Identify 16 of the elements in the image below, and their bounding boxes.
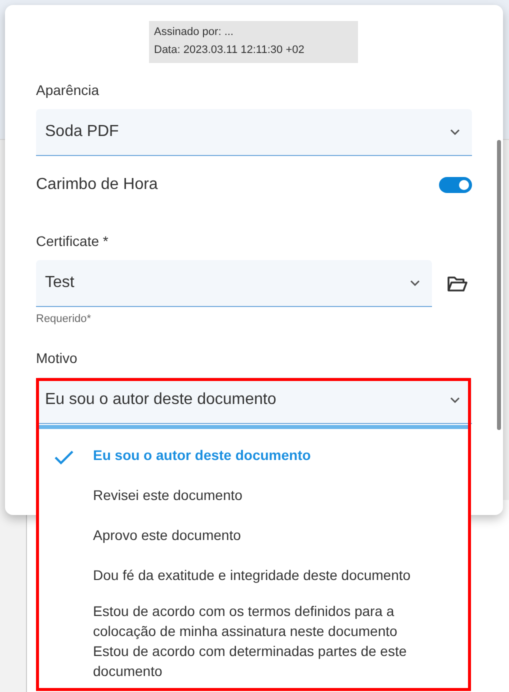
helper-text: Requerido* bbox=[36, 312, 92, 327]
signature-preview: Assinado por: ... Data: 2023.03.11 12:11:30 +02 bbox=[149, 21, 358, 63]
field-label: Aparência bbox=[36, 81, 100, 100]
check-icon bbox=[54, 450, 74, 466]
chevron-icon bbox=[450, 129, 460, 135]
appearance-select[interactable]: Soda PDF bbox=[36, 109, 472, 156]
field-label: Motivo bbox=[36, 348, 78, 368]
chevron-icon bbox=[450, 396, 460, 402]
toggle-switch[interactable] bbox=[439, 177, 472, 193]
toggle-label: Carimbo de Hora bbox=[36, 175, 158, 195]
folder-icon[interactable] bbox=[447, 276, 468, 292]
scrollbar[interactable] bbox=[497, 140, 501, 430]
reason-select[interactable]: Eu sou o autor deste documento bbox=[36, 376, 472, 424]
certificate-select[interactable]: Test bbox=[36, 260, 432, 307]
field-label: Certificate * bbox=[36, 232, 110, 251]
chevron-icon bbox=[410, 280, 420, 286]
